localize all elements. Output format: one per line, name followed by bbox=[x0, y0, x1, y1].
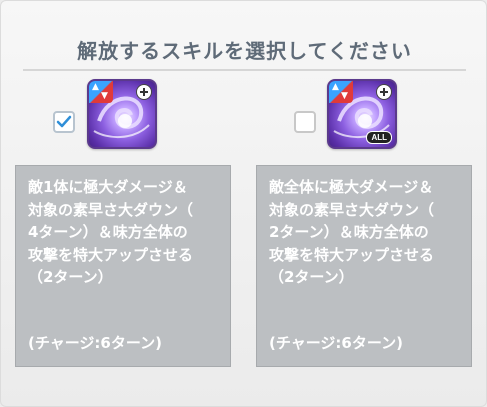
skill-charge: (チャージ:6ターン) bbox=[269, 334, 403, 352]
dialog-title: 解放するスキルを選択してください bbox=[77, 39, 412, 63]
skill-description: 敵全体に極大ダメージ＆ 対象の素早さ大ダウン（ 2ターン）＆味方全体の 攻撃を特… bbox=[269, 178, 435, 286]
skill-option-2-checkbox[interactable] bbox=[294, 111, 316, 133]
skill-option-1-icon[interactable]: ▲ ▼ bbox=[87, 79, 157, 149]
plus-icon bbox=[376, 84, 392, 100]
skill-select-dialog: 解放するスキルを選択してください ▲ ▼ ▲ ▼ ALL 敵1体に極大ダメージ＆… bbox=[0, 0, 487, 407]
buff-debuff-badge-icon: ▲ ▼ bbox=[89, 81, 113, 103]
skill-option-2-card[interactable]: 敵全体に極大ダメージ＆ 対象の素早さ大ダウン（ 2ターン）＆味方全体の 攻撃を特… bbox=[256, 165, 472, 367]
plus-icon bbox=[136, 84, 152, 100]
title-divider bbox=[23, 69, 466, 71]
all-target-badge: ALL bbox=[366, 131, 392, 144]
skill-description: 敵1体に極大ダメージ＆ 対象の素早さ大ダウン（ 4ターン）＆味方全体の 攻撃を特… bbox=[28, 178, 194, 286]
skill-option-2-icon[interactable]: ▲ ▼ ALL bbox=[327, 79, 397, 149]
buff-debuff-badge-icon: ▲ ▼ bbox=[329, 81, 353, 103]
skill-charge: (チャージ:6ターン) bbox=[28, 334, 162, 352]
skill-option-1-card[interactable]: 敵1体に極大ダメージ＆ 対象の素早さ大ダウン（ 4ターン）＆味方全体の 攻撃を特… bbox=[15, 165, 231, 367]
checkmark-icon bbox=[56, 115, 72, 128]
skill-option-1-checkbox[interactable] bbox=[53, 111, 75, 133]
